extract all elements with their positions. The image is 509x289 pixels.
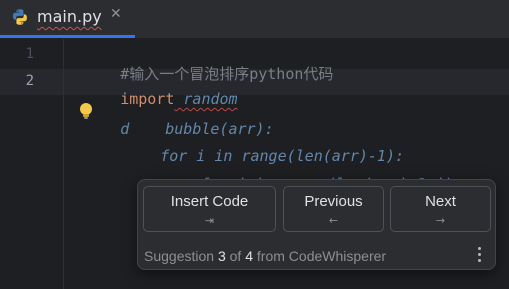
next-button[interactable]: Next → [390,186,491,232]
previous-label: Previous [304,193,363,210]
arrow-right-icon: → [435,214,446,227]
line-number-2: 2 [25,73,34,89]
suggestion-prefix: Suggestion [144,248,218,264]
active-tab-indicator [0,35,135,38]
tab-main-py[interactable]: main.py ✕ [0,0,135,38]
previous-button[interactable]: Previous ← [283,186,384,232]
insert-code-button[interactable]: Insert Code ⇥ [143,186,276,232]
editor-tab-bar: main.py ✕ [0,0,509,39]
suggestion-total: 4 [245,248,254,264]
suggestion-current: 3 [217,248,226,264]
insert-code-label: Insert Code [170,193,249,210]
close-icon[interactable]: ✕ [110,6,122,22]
ide-window: main.py ✕ 1 2 #输入一个冒泡排序python代码 import r… [0,0,509,289]
suggestion-of: of [225,248,246,264]
lightbulb-icon[interactable] [78,102,94,120]
suggestion-status: Suggestion 3 of 4 from CodeWhisperer [144,248,386,264]
next-label: Next [425,193,456,210]
suggestion-source: from CodeWhisperer [253,248,387,264]
more-vertical-icon[interactable] [478,247,482,265]
line-number-1: 1 [25,46,34,62]
arrow-left-icon: ← [328,214,339,227]
codewhisperer-suggestion-popup: Insert Code ⇥ Previous ← Next → Suggesti… [137,179,496,270]
python-icon [12,9,27,25]
tab-filename: main.py [37,7,102,26]
gutter-divider [63,39,64,289]
tab-key-icon: ⇥ [204,214,215,227]
